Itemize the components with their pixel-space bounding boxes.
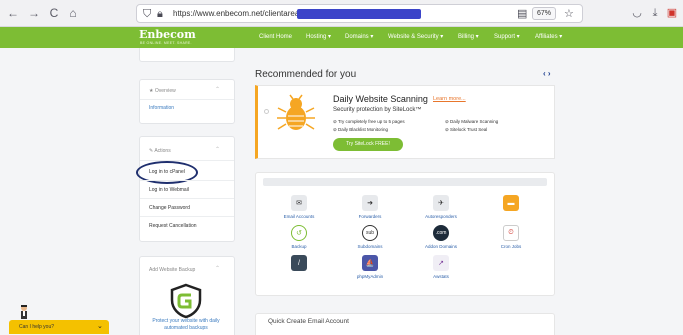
nav-domains[interactable]: Domains ▾ [345,33,373,41]
home-icon[interactable]: ⌂ [66,6,80,20]
shortcuts-header-bar [263,178,547,186]
chevron-up-icon[interactable]: ⌃ [215,265,220,272]
browser-toolbar: ← → C ⌂ ⛉ 🔒︎ https://www.enbecom.net/cli… [0,0,683,27]
back-icon[interactable]: ← [6,6,20,20]
subdomains-label[interactable]: Subdomains [340,244,400,249]
extension-icon[interactable]: ▣ [665,6,679,20]
shield-icon[interactable]: ⛉ [143,7,151,21]
sidebar-top-panel [139,48,235,62]
learn-more-link[interactable]: Learn more... [433,96,466,102]
forward-icon[interactable]: → [27,6,41,20]
nav-client-home[interactable]: Client Home [259,33,292,41]
reader-icon[interactable]: ▤ [517,7,527,21]
backup-icon[interactable]: ↺ [291,225,307,241]
carousel-radio[interactable] [264,109,269,114]
addon-domains-icon[interactable]: .com [433,225,449,241]
feature-item: ⊘ Try completely free up to 5 pages [333,119,405,124]
recommended-title: Recommended for you [255,69,357,80]
request-cancellation-link[interactable]: Request Cancellation [149,223,197,229]
overview-heading: ★ Overview [149,88,176,94]
feature-item: ⊘ Sitelock Trust Seal [445,127,488,132]
support-agent-icon[interactable] [19,304,29,321]
feature-item: ⊘ Daily Blacklist Monitoring [333,127,389,132]
downloads-icon[interactable]: ⤓ [648,6,662,20]
overview-information-link[interactable]: Information [149,105,174,111]
address-bar[interactable]: ⛉ 🔒︎ https://www.enbecom.net/clientarea … [136,4,583,23]
login-webmail-link[interactable]: Log in to Webmail [149,187,189,193]
nav-hosting[interactable]: Hosting ▾ [306,33,331,41]
cron-jobs-icon[interactable]: ⏲ [503,225,519,241]
divider [140,180,234,181]
zoom-level[interactable]: 67% [532,7,556,20]
app-icon[interactable]: / [291,255,307,271]
divider [140,160,234,161]
carousel-arrows[interactable]: ‹ › [543,69,551,78]
overview-panel [139,79,235,124]
page: ← → C ⌂ ⛉ 🔒︎ https://www.enbecom.net/cli… [0,0,683,335]
feature-item: ⊘ Daily Malware Scanning [445,119,499,124]
phpmyadmin-icon[interactable]: ⛵ [362,255,378,271]
nav-support[interactable]: Support ▾ [494,33,520,41]
divider [140,216,234,217]
backup-heading: Add Website Backup [149,267,196,273]
promo-subtitle: Security protection by SiteLock™ [333,107,422,113]
awstats-label[interactable]: Awstats [411,274,471,279]
chevron-up-icon[interactable]: ⌃ [215,146,220,153]
quick-create-title: Quick Create Email Account [268,318,349,325]
lock-icon[interactable]: 🔒︎ [157,7,163,21]
actions-heading: ✎ Actions [149,148,171,154]
phpmyadmin-label[interactable]: phpMyAdmin [340,274,400,279]
reload-icon[interactable]: C [47,6,61,20]
backup-shield-icon [170,283,202,319]
awstats-icon[interactable]: ↗ [433,255,449,271]
nav-affiliates[interactable]: Affiliates ▾ [535,33,562,41]
promo-title: Daily Website Scanning [333,94,428,104]
nav-billing[interactable]: Billing ▾ [458,33,479,41]
inbox-icon[interactable]: ▬ [503,195,519,211]
autoresponders-label[interactable]: Autoresponders [411,214,471,219]
backup-description[interactable]: Protect your website with daily automate… [150,318,222,332]
logo-tagline: BE ONLINE. MEET. SHARE. [140,41,192,45]
chat-label[interactable]: Can I help you? [19,324,54,330]
bookmark-star-icon[interactable]: ☆ [564,7,574,21]
divider [140,99,234,100]
pocket-icon[interactable]: ◡ [630,6,644,20]
backup-label[interactable]: Backup [269,244,329,249]
change-password-link[interactable]: Change Password [149,205,190,211]
subdomains-icon[interactable]: sub [362,225,378,241]
email-accounts-label[interactable]: Email Accounts [269,214,329,219]
sitelock-bug-icon [277,94,315,130]
autoresponders-icon[interactable]: ✈ [433,195,449,211]
divider [140,198,234,199]
chevron-up-icon[interactable]: ⌃ [215,86,220,93]
redacted-url-segment [297,9,421,19]
chevron-down-icon[interactable]: ⌄ [97,322,103,330]
forwarders-label[interactable]: Forwarders [340,214,400,219]
email-accounts-icon[interactable]: ✉ [291,195,307,211]
forwarders-icon[interactable]: ➜ [362,195,378,211]
url-text[interactable]: https://www.enbecom.net/clientarea [173,8,299,20]
nav-website-security[interactable]: Website & Security ▾ [388,33,443,41]
addon-domains-label[interactable]: Addon Domains [411,244,471,249]
try-sitelock-button[interactable]: Try SiteLock FREE! [333,138,403,151]
cron-jobs-label[interactable]: Cron Jobs [481,244,541,249]
site-navbar: Enbecom BE ONLINE. MEET. SHARE. Client H… [0,27,683,48]
enbecom-logo[interactable]: Enbecom [139,29,196,41]
